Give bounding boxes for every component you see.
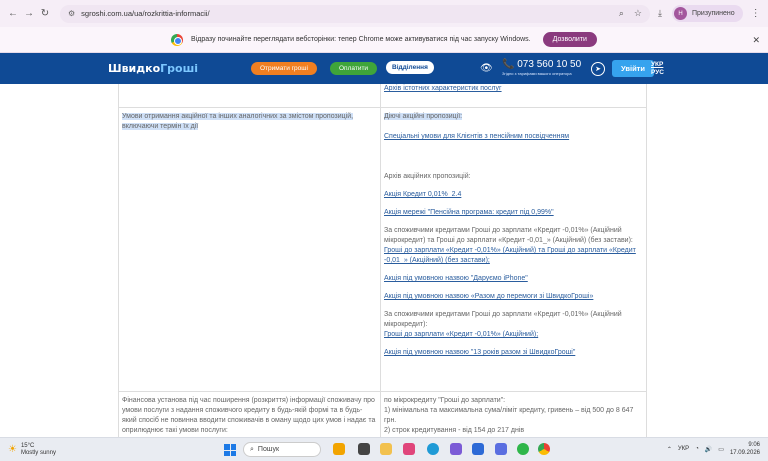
site-header: ШвидкоГроші Отримати гроші Оплатити Відд…	[0, 53, 768, 84]
credit-promo-link[interactable]: Акція Кредит 0,01%_2.4	[384, 191, 461, 198]
address-bar[interactable]: ⚙ sgroshi.com.ua/ua/rozkrittia-informaci…	[60, 4, 650, 23]
victory-promo-link[interactable]: Акція під умовною назвою «Разом до перем…	[384, 293, 593, 300]
site-logo[interactable]: ШвидкоГроші	[108, 62, 198, 75]
download-icon[interactable]: ⤓	[658, 8, 662, 19]
taskbar-app-icon[interactable]	[450, 443, 462, 455]
chrome-icon[interactable]	[538, 443, 550, 455]
lang-ukr[interactable]: УКР	[651, 61, 664, 69]
login-button[interactable]: Увійти	[612, 60, 654, 77]
credit-amount-text: 1) мінімальна та максимальна сума/ліміт …	[384, 407, 634, 424]
iphone-promo-link[interactable]: Акція під умовною назвою "Даруємо iPhone…	[384, 275, 528, 282]
promo-credit-link-1[interactable]: Гроші до зарплати «Кредит -0,01%» (Акцій…	[384, 247, 636, 264]
eye-icon[interactable]: 👁	[480, 63, 493, 74]
chrome-logo-icon	[171, 33, 184, 46]
taskbar-search[interactable]: ⌕ Пошук	[243, 442, 321, 457]
logo-text-2: Гроші	[160, 62, 199, 75]
pensioners-link[interactable]: Спеціальні умови для Клієнтів з пенсійни…	[384, 133, 569, 140]
avatar: Н	[673, 7, 687, 20]
site-info-icon[interactable]: ⚙	[68, 9, 75, 18]
weather-desc: Mostly sunny	[20, 449, 56, 456]
current-offers-label: Діючі акційні пропозиції:	[384, 113, 463, 120]
archive-offers-label: Архів акційних пропозицій:	[384, 173, 471, 180]
table-row-divider	[118, 107, 647, 108]
taskbar-app-icon[interactable]	[495, 443, 507, 455]
url-text: sgroshi.com.ua/ua/rozkrittia-informacii/	[81, 9, 210, 18]
chrome-infobar: Відразу починайте переглядати вебсторінк…	[0, 27, 768, 53]
taskbar: ☀ 15°C Mostly sunny ⌕ Пошук ⌃ УКР ◔ 🔊 ▭ …	[0, 437, 768, 461]
credit-term-text: 2) строк кредитування - від 154 до 217 д…	[384, 427, 525, 434]
language-switcher: УКР РУС	[651, 61, 664, 77]
volume-icon[interactable]: 🔊	[705, 446, 712, 453]
profile-status: Призупинено	[691, 10, 735, 17]
keyboard-lang[interactable]: УКР	[678, 446, 689, 452]
weather-widget[interactable]: ☀ 15°C Mostly sunny	[8, 443, 56, 457]
tray-chevron-icon[interactable]: ⌃	[667, 446, 672, 453]
13-years-promo-link[interactable]: Акція під умовною назвою "13 років разом…	[384, 349, 575, 356]
promo-paragraph: За споживчими кредитами Гроші до зарплат…	[384, 227, 633, 244]
profile-button[interactable]: Н Призупинено	[671, 5, 743, 22]
phone-note: Згідно з тарифами вашого оператора	[502, 71, 572, 76]
table-row-divider	[118, 391, 647, 392]
close-icon[interactable]: ✕	[752, 35, 760, 46]
page-content: Архів істотних характеристик послуг Умов…	[0, 84, 768, 437]
bookmark-star-icon[interactable]: ☆	[634, 8, 642, 19]
taskbar-app-icon[interactable]	[358, 443, 370, 455]
taskbar-app-icon[interactable]	[403, 443, 415, 455]
microcredit-heading: по мікрокредиту "Гроші до зарплати":	[384, 397, 506, 404]
archive-characteristics-link[interactable]: Архів істотних характеристик послуг	[384, 85, 502, 92]
phone-number: 📞 073 560 10 50	[502, 59, 582, 70]
search-placeholder: Пошук	[257, 446, 280, 453]
infobar-message: Відразу починайте переглядати вебсторінк…	[191, 36, 531, 43]
battery-icon[interactable]: ▭	[718, 446, 724, 453]
wifi-icon[interactable]: ◔	[695, 446, 699, 452]
pay-button[interactable]: Оплатити	[330, 62, 378, 75]
lang-rus[interactable]: РУС	[651, 69, 664, 77]
allow-button[interactable]: Дозволити	[542, 32, 597, 47]
clock-time: 9:06	[748, 442, 760, 448]
pension-program-link[interactable]: Акція мережі "Пенсійна програма: кредит …	[384, 209, 554, 216]
back-icon[interactable]: ←	[6, 7, 20, 21]
taskbar-app-icon[interactable]	[472, 443, 484, 455]
sun-icon: ☀	[8, 444, 17, 455]
promo-credit-link-2[interactable]: Гроші до зарплати «Кредит -0,01%» (Акцій…	[384, 331, 538, 338]
search-icon: ⌕	[250, 445, 254, 453]
reload-icon[interactable]: ↻	[38, 7, 52, 21]
table-row-label: Фінансова установа під час поширення (ро…	[122, 397, 376, 434]
browser-menu-icon[interactable]: ⋮	[751, 8, 761, 19]
table-border-left	[118, 84, 119, 437]
taskbar-app-icon[interactable]	[333, 443, 345, 455]
table-border-mid	[380, 84, 381, 437]
telegram-icon[interactable]: ➤	[591, 62, 605, 76]
branches-button[interactable]: Відділення	[386, 61, 434, 74]
clock-date: 17.09.2026	[729, 450, 760, 456]
browser-toolbar: ← → ↻ ⚙ sgroshi.com.ua/ua/rozkrittia-inf…	[0, 0, 768, 27]
weather-temp: 15°C	[20, 442, 35, 449]
forward-icon[interactable]: →	[22, 7, 36, 21]
clock[interactable]: 9:06 17.09.2026	[730, 441, 760, 457]
table-row-label: Умови отримання акційної та інших аналог…	[122, 113, 354, 130]
edge-icon[interactable]	[427, 443, 439, 455]
phone-block[interactable]: 📞 073 560 10 50 Згідно з тарифами вашого…	[502, 59, 581, 76]
system-tray: ⌃ УКР ◔ 🔊 ▭ 9:06 17.09.2026	[667, 441, 760, 457]
table-border-right	[646, 84, 647, 437]
file-explorer-icon[interactable]	[380, 443, 392, 455]
promo-paragraph: За споживчими кредитами Гроші до зарплат…	[384, 311, 622, 328]
zoom-icon[interactable]: ⌕	[619, 8, 624, 19]
windows-start-icon[interactable]	[224, 444, 236, 456]
logo-text-1: Швидко	[108, 62, 161, 75]
get-money-button[interactable]: Отримати гроші	[251, 62, 317, 75]
whatsapp-icon[interactable]	[517, 443, 529, 455]
